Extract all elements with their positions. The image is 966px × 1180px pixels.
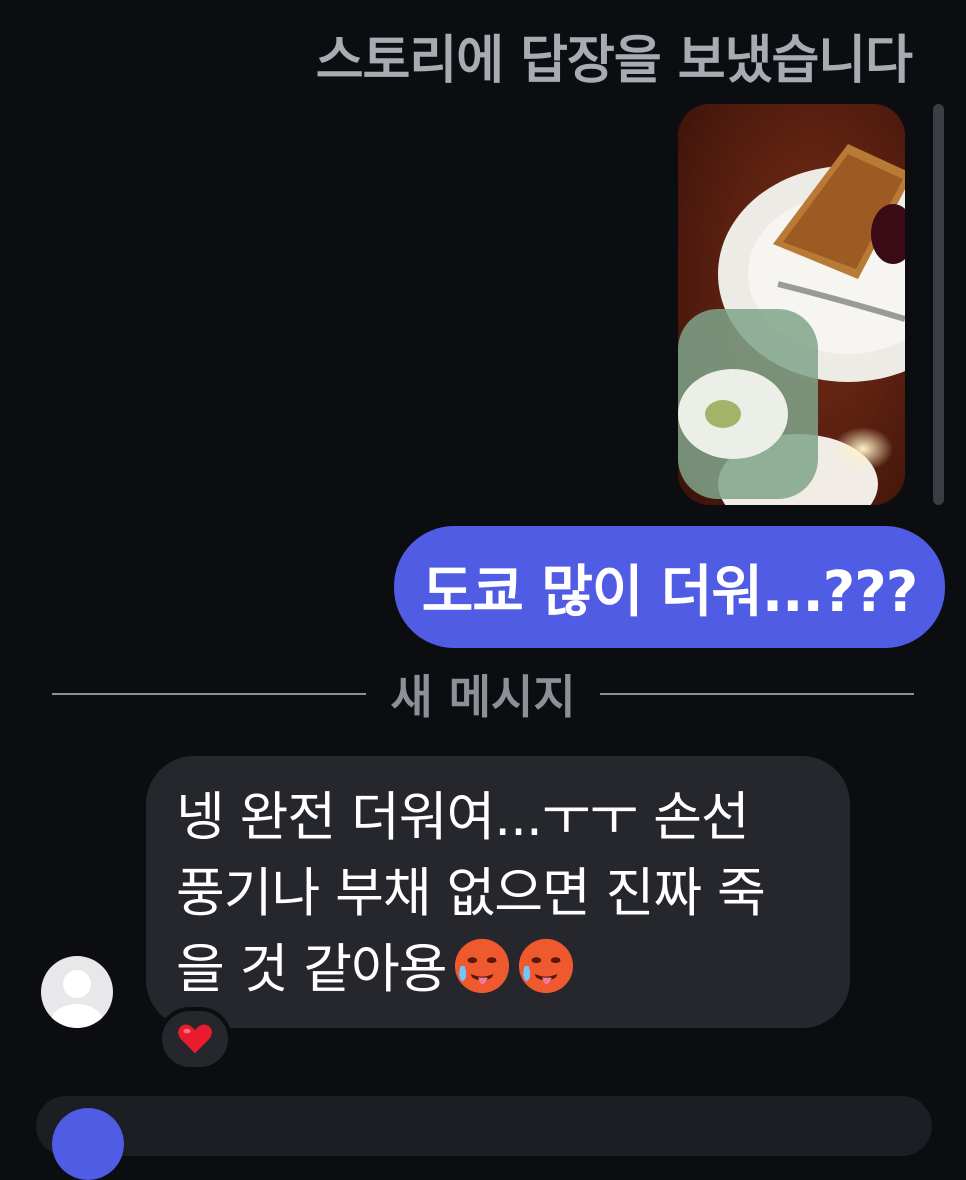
new-messages-label: 새 메시지 (390, 670, 576, 724)
message-composer[interactable] (36, 1096, 932, 1180)
heart-emoji-icon (178, 1024, 212, 1054)
camera-button[interactable] (52, 1108, 124, 1180)
hot-face-emoji-icon (518, 938, 573, 994)
new-messages-divider: 새 메시지 (52, 664, 915, 724)
incoming-message-line: 을 것 같아용 (176, 932, 828, 1008)
default-avatar-icon (51, 970, 103, 1028)
story-reply-thumbnail[interactable] (678, 104, 905, 505)
hot-face-emoji-icon (454, 938, 509, 994)
divider-line-left (52, 693, 367, 695)
outgoing-message-bubble[interactable]: 도쿄 많이 더워...??? (394, 526, 945, 648)
divider-line-right (599, 693, 915, 695)
message-reaction[interactable] (158, 1007, 232, 1071)
sender-avatar[interactable] (41, 956, 113, 1028)
incoming-message-line-text: 을 것 같아용 (176, 939, 447, 1000)
incoming-message-line: 넹 완전 더워여...ㅜㅜ 손선 (176, 787, 750, 848)
scrollbar[interactable] (933, 104, 944, 505)
incoming-message-bubble[interactable]: 넹 완전 더워여...ㅜㅜ 손선 풍기나 부채 없으면 진짜 죽 을 것 같아용 (146, 756, 850, 1028)
incoming-message-line: 풍기나 부채 없으면 진짜 죽 (176, 863, 766, 924)
story-reply-header: 스토리에 답장을 보냈습니다 (315, 31, 913, 91)
story-photo-image (678, 104, 905, 505)
